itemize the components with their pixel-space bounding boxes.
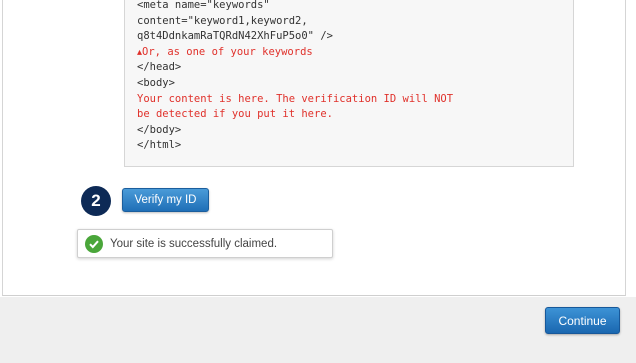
code-snippet-box: <meta name="keywords" content="keyword1,… [124, 0, 574, 167]
code-note-line: ▴Or, as one of your keywords [137, 45, 573, 61]
code-line: <meta name="keywords" [137, 0, 270, 11]
check-circle-icon [85, 234, 103, 253]
code-note-text: Or, as one of your keywords [142, 45, 313, 58]
code-line: <body> [137, 76, 175, 89]
footer-bar [0, 297, 636, 363]
code-line: </head> [137, 61, 182, 74]
success-text: Your site is successfully claimed. [110, 237, 278, 250]
code-warning-line: Your content is here. The verification I… [137, 92, 454, 105]
code-line: </body> [137, 123, 182, 136]
code-warning-line: be detected if you put it here. [137, 108, 333, 121]
code-line: q8t4DdnkamRaTQRdN42XhFuP5o0" /> [137, 30, 333, 43]
code-line: content="keyword1,keyword2, [137, 14, 308, 27]
main-panel: <meta name="keywords" content="keyword1,… [2, 0, 626, 296]
success-notification: Your site is successfully claimed. [77, 229, 333, 258]
continue-button[interactable]: Continue [545, 307, 620, 334]
code-line: </html> [137, 139, 182, 152]
verify-id-button[interactable]: Verify my ID [122, 188, 209, 212]
step-number-badge: 2 [81, 186, 111, 216]
